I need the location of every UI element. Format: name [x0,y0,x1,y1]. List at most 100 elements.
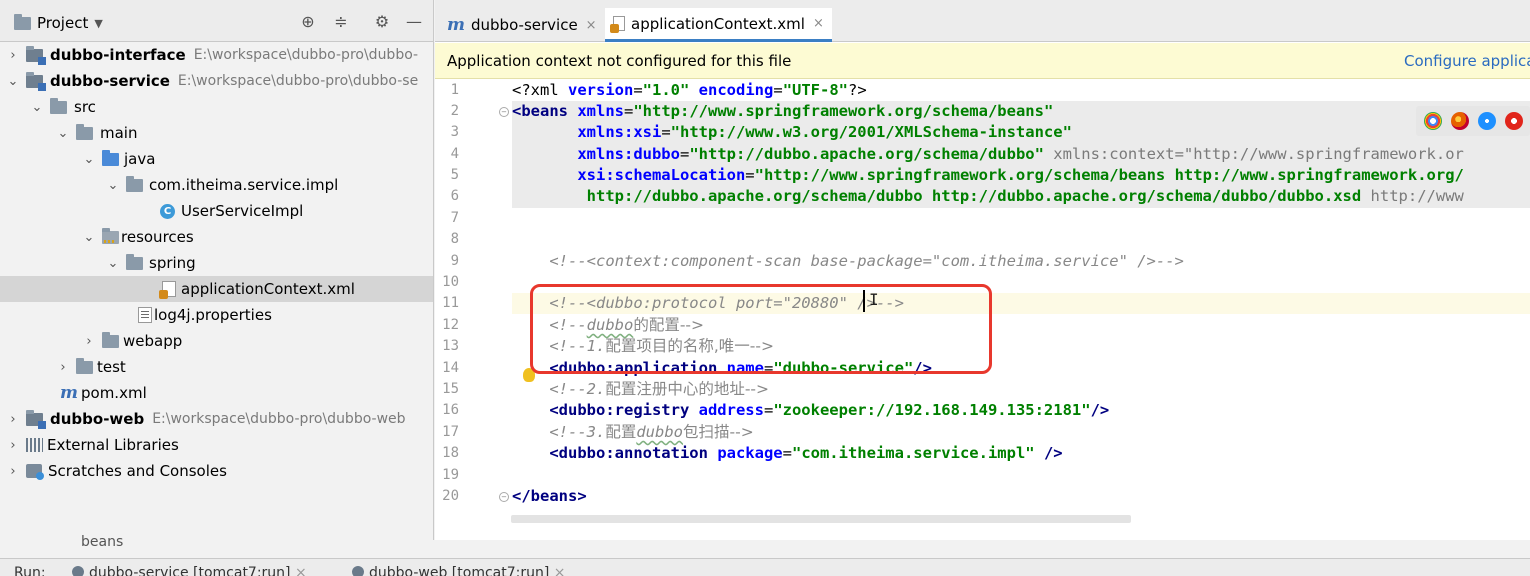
chrome-icon[interactable] [1424,112,1442,130]
tree-item-label: dubbo-service [50,72,170,90]
tree-item-dubbo-web[interactable]: › dubbo-web E:\workspace\dubbo-pro\dubbo… [0,406,433,432]
tree-item-webapp[interactable]: › webapp [0,328,433,354]
code-line-16: <dubbo:registry address="zookeeper://192… [512,401,1110,419]
configure-link[interactable]: Configure applica [1404,52,1530,70]
package-icon [126,175,143,192]
ide-window: Project ▼ ⊕ ≑ ⚙ — › dubbo-interface E:\w… [0,0,1530,576]
run-config-tab-dubbo-service[interactable]: dubbo-service [tomcat7:run] × [72,565,307,576]
tree-item-label: UserServiceImpl [181,202,304,220]
fold-toggle-icon[interactable]: − [499,492,509,502]
tree-item-label: spring [149,254,196,272]
module-folder-icon [26,45,46,65]
tree-item-label: src [74,98,96,116]
safari-icon[interactable] [1478,112,1496,130]
tomcat-gear-icon [352,566,364,576]
close-icon[interactable]: × [813,16,824,31]
code-line-4: xmlns:dubbo="http://dubbo.apache.org/sch… [512,145,1464,163]
expand-arrow-icon[interactable]: › [6,48,20,63]
code-editor[interactable]: <?xml version="1.0" encoding="UTF-8"?> <… [512,79,1530,524]
collapse-arrow-icon[interactable]: ⌄ [30,100,44,115]
close-icon[interactable]: × [554,565,566,576]
project-panel: Project ▼ ⊕ ≑ ⚙ — › dubbo-interface E:\w… [0,0,434,540]
tab-label: dubbo-service [471,16,578,34]
line-number: 7 [450,210,459,226]
project-view-selector[interactable]: Project ▼ [14,13,103,32]
notification-text: Application context not configured for t… [447,52,792,70]
project-panel-title: Project [37,14,89,32]
line-number: 3 [450,124,459,140]
tree-item-label: resources [121,228,194,246]
collapse-arrow-icon[interactable]: ⌄ [106,256,120,271]
tree-item-label: dubbo-web [50,410,145,428]
browser-preview-icons [1416,106,1530,136]
code-line-6: http://dubbo.apache.org/schema/dubbo htt… [512,187,1464,205]
gear-icon[interactable]: ⚙ [372,12,392,32]
collapse-all-icon[interactable]: ≑ [331,12,351,32]
resources-folder-icon [102,227,119,244]
tree-item-resources[interactable]: ⌄ resources [0,224,433,250]
expand-arrow-icon[interactable]: › [6,438,20,453]
tree-item-label: pom.xml [81,384,147,402]
folder-icon [50,97,67,114]
run-config-tab-dubbo-web[interactable]: dubbo-web [tomcat7:run] × [352,565,566,576]
tree-item-java[interactable]: ⌄ java [0,146,433,172]
tomcat-gear-icon [72,566,84,576]
firefox-icon[interactable] [1451,112,1469,130]
locate-target-icon[interactable]: ⊕ [298,12,318,32]
breadcrumb[interactable]: beans [81,534,123,550]
module-path: E:\workspace\dubbo-pro\dubbo-web [152,411,406,427]
opera-icon[interactable] [1505,112,1523,130]
tree-item-dubbo-service[interactable]: ⌄ dubbo-service E:\workspace\dubbo-pro\d… [0,68,433,94]
tree-item-spring[interactable]: ⌄ spring [0,250,433,276]
code-line-13: <!--1.配置项目的名称,唯一--> [512,337,774,355]
xml-file-icon [159,281,176,299]
collapse-arrow-icon[interactable]: ⌄ [106,178,120,193]
tree-item-label: applicationContext.xml [181,280,355,298]
horizontal-scrollbar[interactable] [511,515,1131,523]
expand-arrow-icon[interactable]: › [82,334,96,349]
code-line-5: xsi:schemaLocation="http://www.springfra… [512,166,1464,184]
tree-item-label: Scratches and Consoles [48,462,227,480]
tree-item-test[interactable]: › test [0,354,433,380]
java-class-icon: C [160,203,175,219]
hide-panel-icon[interactable]: — [404,12,424,32]
tree-item-label: test [97,358,126,376]
close-icon[interactable]: × [295,565,307,576]
tree-item-main[interactable]: ⌄ main [0,120,433,146]
tree-item-package[interactable]: ⌄ com.itheima.service.impl [0,172,433,198]
module-path: E:\workspace\dubbo-pro\dubbo-se [177,73,419,89]
tab-dubbo-service[interactable]: m dubbo-service × [439,8,605,42]
scratches-icon [26,464,44,480]
close-icon[interactable]: × [586,18,597,33]
line-number: 15 [442,381,459,397]
tab-applicationcontext[interactable]: applicationContext.xml × [605,8,832,42]
tree-item-label: webapp [123,332,183,350]
tree-item-userserviceimpl[interactable]: C UserServiceImpl [0,198,433,224]
text-caret [863,290,865,312]
fold-toggle-icon[interactable]: − [499,107,509,117]
maven-file-icon: m [60,383,78,403]
tree-item-external-libraries[interactable]: › External Libraries [0,432,433,458]
line-number: 11 [442,295,459,311]
collapse-arrow-icon[interactable]: ⌄ [6,74,20,89]
tree-item-src[interactable]: ⌄ src [0,94,433,120]
collapse-arrow-icon[interactable]: ⌄ [82,152,96,167]
tree-item-applicationcontext[interactable]: applicationContext.xml [0,276,433,302]
tree-item-scratches[interactable]: › Scratches and Consoles [0,458,433,484]
expand-arrow-icon[interactable]: › [6,464,20,479]
code-line-2: <beans xmlns="http://www.springframework… [512,102,1054,120]
collapse-arrow-icon[interactable]: ⌄ [82,230,96,245]
code-line-3: xmlns:xsi="http://www.w3.org/2001/XMLSch… [512,123,1072,141]
line-number: 1 [450,82,459,98]
line-number: 16 [442,402,459,418]
expand-arrow-icon[interactable]: › [6,412,20,427]
tree-item-log4j[interactable]: log4j.properties [0,302,433,328]
tree-item-dubbo-interface[interactable]: › dubbo-interface E:\workspace\dubbo-pro… [0,42,433,68]
line-number-gutter[interactable]: 1 2 3 4 5 6 7 8 9 10 11 12 13 14 15 16 1… [435,79,535,524]
line-number: 8 [450,231,459,247]
line-number: 14 [442,360,459,376]
folder-icon [76,357,93,374]
tree-item-pom[interactable]: m pom.xml [0,380,433,406]
collapse-arrow-icon[interactable]: ⌄ [56,126,70,141]
expand-arrow-icon[interactable]: › [56,360,70,375]
